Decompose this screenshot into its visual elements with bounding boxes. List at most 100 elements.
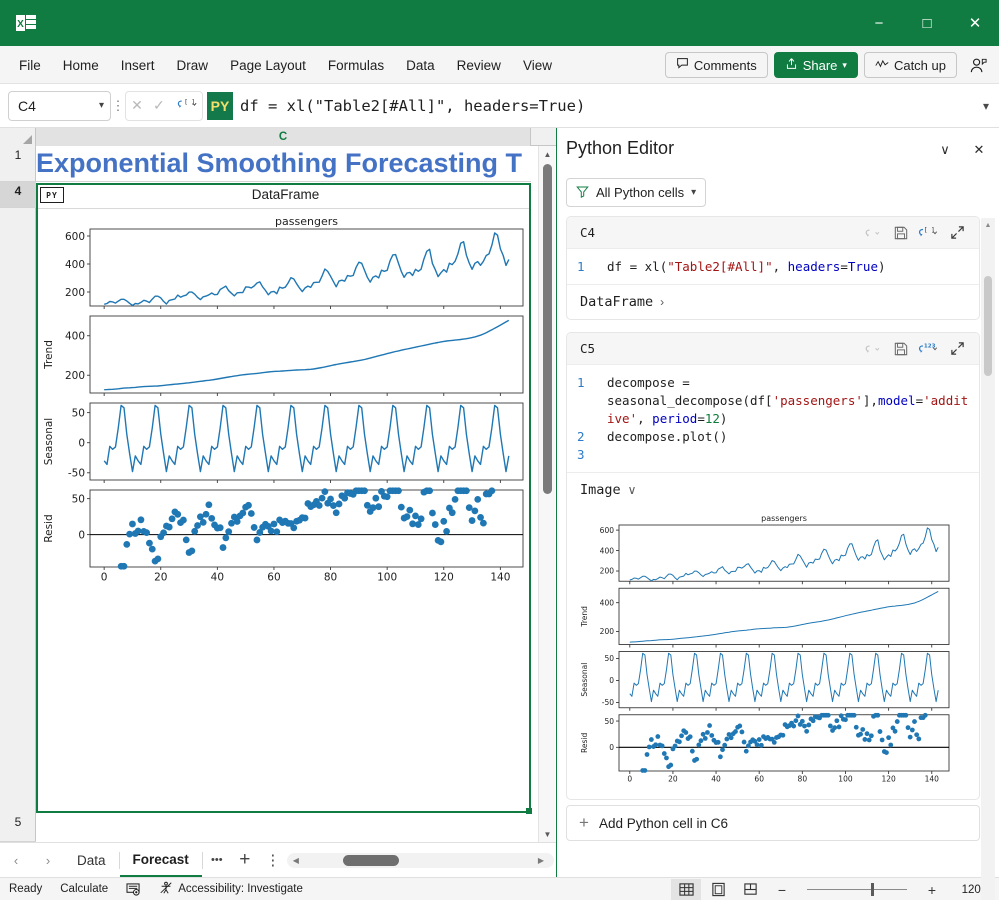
code-line: 2 decompose.plot() [577,428,969,446]
save-icon[interactable] [887,336,915,362]
expand-icon[interactable] [943,336,971,362]
ribbon-tab-file[interactable]: File [8,54,52,77]
undo-icon[interactable] [859,336,887,362]
svg-text:20: 20 [154,572,167,584]
account-avatar-icon[interactable] [963,52,993,78]
ribbon-tab-draw[interactable]: Draw [166,54,220,77]
scroll-up-icon[interactable]: ▲ [539,146,556,162]
svg-text:200: 200 [65,370,85,382]
close-pane-icon[interactable]: ✕ [967,138,991,162]
sheet-tab-strip: ‹ › Data Forecast ••• + ⋮ ◀ ▶ [0,842,556,877]
add-sheet-button[interactable]: + [231,845,259,875]
cancel-icon[interactable]: ✕ [131,97,143,114]
svg-text:50: 50 [72,493,85,505]
svg-text:50: 50 [72,407,85,419]
chevron-right-icon[interactable]: › [660,295,664,309]
sheet-more-button[interactable]: ••• [203,845,231,875]
chevron-down-icon[interactable]: ▾ [99,100,104,111]
chevron-down-icon: ▾ [691,187,696,198]
python-cell-c5-output[interactable]: Image ∨ [567,472,979,507]
sheet-tab-data[interactable]: Data [64,844,119,877]
svg-text:100: 100 [838,775,853,784]
python-cell-badge: PY [207,92,233,120]
close-button[interactable]: ✕ [951,0,999,46]
ribbon-tab-data[interactable]: Data [395,54,446,77]
catch-up-label: Catch up [894,58,946,73]
sheet-tab-forecast[interactable]: Forecast [120,844,202,877]
cell-c4[interactable]: PY DataFrame passengers200400600200400Tr… [36,183,531,813]
python-return-icon[interactable]: [ ] [175,97,197,114]
ribbon-tab-home[interactable]: Home [52,54,110,77]
python-cell-c5-code[interactable]: 1 decompose = seasonal_decompose(df['pas… [567,365,979,472]
svg-text:-50: -50 [602,698,614,707]
minimize-button[interactable]: − [855,0,903,46]
code-line: 3 [577,446,969,464]
python-pane-scroll-thumb[interactable] [984,276,992,376]
svg-text:120: 120 [881,775,896,784]
sheet-prev-button[interactable]: ‹ [0,845,32,875]
cell-c5[interactable] [36,814,531,842]
hscroll-left-icon[interactable]: ◀ [287,856,305,865]
row-header-5[interactable]: 5 [0,813,36,842]
py-123-output-icon[interactable]: 123 [915,336,943,362]
svg-text:600: 600 [600,526,615,535]
py-object-output-icon[interactable]: [ ] [915,220,943,246]
svg-text:[ ]: [ ] [184,100,195,106]
collapse-pane-icon[interactable]: ∨ [933,138,957,162]
accept-icon[interactable]: ✓ [153,97,165,114]
hscroll-right-icon[interactable]: ▶ [532,856,550,865]
undo-icon[interactable] [859,220,887,246]
ribbon-tab-view[interactable]: View [512,54,563,77]
column-header-c[interactable]: C [36,128,531,146]
comments-button[interactable]: Comments [665,52,768,78]
cell-c1[interactable]: Exponential Smoothing Forecasting T [36,146,531,182]
row-header-1[interactable]: 1 [0,146,36,182]
svg-text:[ ]: [ ] [924,227,935,234]
expand-formula-bar-icon[interactable]: ▾ [973,99,999,113]
formula-bar-divider: ⋮ [111,98,125,114]
python-cell-c4-output[interactable]: DataFrame › [567,284,979,319]
svg-text:passengers: passengers [761,514,807,523]
horizontal-scrollbar[interactable]: ◀ ▶ [287,853,554,868]
ribbon-tab-review[interactable]: Review [446,54,512,77]
status-calculate[interactable]: Calculate [51,883,117,895]
accessibility-status[interactable]: Accessibility: Investigate [150,881,312,898]
python-cell-filter[interactable]: All Python cells ▾ [566,178,706,207]
row-header-4[interactable]: 4 [0,182,36,208]
chevron-down-icon[interactable]: ∨ [628,483,637,497]
svg-text:Seasonal: Seasonal [580,663,589,697]
save-icon[interactable] [887,220,915,246]
maximize-button[interactable]: □ [903,0,951,46]
catch-up-button[interactable]: Catch up [864,52,957,78]
share-button[interactable]: Share ▾ [774,52,858,78]
add-python-cell-button[interactable]: + Add Python cell in C6 [566,805,980,841]
scroll-up-icon[interactable]: ▲ [981,218,995,232]
grid-vertical-scrollbar[interactable]: ▲ ▼ [538,146,555,842]
python-cell-c4-code[interactable]: 1 df = xl("Table2[#All]", headers=True) [567,249,979,284]
python-cell-c4[interactable]: C4 [566,216,980,320]
svg-text:Resid: Resid [580,733,589,753]
sheet-next-button[interactable]: › [32,845,64,875]
python-editor-header-buttons: ∨ ✕ [933,138,991,162]
formula-bar: C4 ▾ ⋮ ✕ ✓ [ ] PY df = xl("Table2[#All]"… [0,84,999,128]
vertical-scroll-thumb[interactable] [543,164,552,494]
python-pane-scrollbar[interactable]: ▲ ▼ [981,218,995,900]
grid-cells: Exponential Smoothing Forecasting T PY D… [36,146,556,842]
svg-text:0: 0 [627,775,632,784]
ribbon-tab-insert[interactable]: Insert [110,54,166,77]
python-cell-c5[interactable]: C5 [566,332,980,800]
svg-text:Trend: Trend [43,340,55,370]
scroll-down-icon[interactable]: ▼ [539,826,556,842]
ribbon-tab-formulas[interactable]: Formulas [317,54,395,77]
svg-text:-50: -50 [68,468,85,480]
record-macro-icon[interactable] [117,883,150,896]
sheet-menu-button[interactable]: ⋮ [259,845,287,875]
horizontal-scroll-thumb[interactable] [343,855,399,866]
name-box[interactable]: C4 ▾ [8,91,111,121]
formula-input[interactable]: df = xl("Table2[#All]", headers=True) [233,97,973,115]
expand-icon[interactable] [943,220,971,246]
ribbon-tab-page-layout[interactable]: Page Layout [219,54,317,77]
python-cell-c5-image-output[interactable]: passengers200400600200400Trend-50050Seas… [567,507,979,799]
share-icon [785,57,798,73]
select-all-corner[interactable] [0,128,36,146]
